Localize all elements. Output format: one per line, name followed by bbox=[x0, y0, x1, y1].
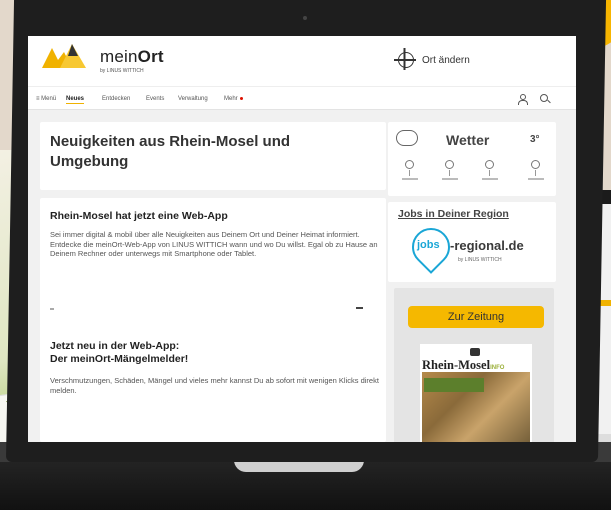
jobs-logo-subtitle: by LINUS WITTICH bbox=[458, 257, 502, 263]
crest-icon bbox=[470, 348, 480, 356]
forecast-day-icon bbox=[528, 160, 544, 184]
search-icon[interactable] bbox=[540, 94, 548, 102]
newspaper-button[interactable]: Zur Zeitung bbox=[408, 306, 544, 328]
site-logo-text[interactable]: meinOrt bbox=[100, 47, 164, 67]
jobs-logo-left[interactable]: jobs bbox=[417, 239, 440, 251]
article2-title-line2: Der meinOrt-Mängelmelder! bbox=[50, 353, 189, 365]
page-title: Neuigkeiten aus Rhein-Mosel und Umgebung bbox=[50, 133, 291, 170]
weather-title: Wetter bbox=[446, 132, 490, 148]
carousel-next-indicator[interactable] bbox=[356, 307, 363, 309]
weather-temperature: 3° bbox=[530, 134, 540, 145]
newspaper-headline-band bbox=[424, 378, 484, 392]
nav-item-entdecken[interactable]: Entdecken bbox=[102, 96, 130, 102]
cloud-weather-icon bbox=[396, 130, 418, 146]
nav-menu-label: Menü bbox=[41, 96, 57, 102]
nav-item-neues[interactable]: Neues bbox=[66, 96, 85, 104]
newspaper-title-main: Rhein-Mosel bbox=[422, 358, 491, 372]
meinort-logo-icon[interactable] bbox=[42, 42, 90, 68]
newspaper-title-suffix: INFO bbox=[490, 365, 505, 371]
forecast-day-icon bbox=[482, 160, 498, 184]
carousel-prev-indicator[interactable] bbox=[50, 308, 54, 310]
nav-mehr-label: Mehr bbox=[224, 96, 238, 102]
change-location-link[interactable]: Ort ändern bbox=[422, 55, 470, 66]
article2-body: Verschmutzungen, Schäden, Mängel und vie… bbox=[50, 376, 379, 395]
laptop-screen: meinOrt by LINUS WITTICH Ort ändern ≡ Me… bbox=[28, 36, 576, 442]
user-icon[interactable] bbox=[518, 94, 528, 105]
main-navigation: ≡ Menü Neues Entdecken Events Verwaltung… bbox=[28, 86, 576, 110]
jobs-heading-link[interactable]: Jobs in Deiner Region bbox=[398, 208, 509, 220]
nav-item-events[interactable]: Events bbox=[146, 96, 164, 102]
article2-title[interactable]: Jetzt neu in der Web-App: Der meinOrt-Mä… bbox=[50, 340, 350, 366]
logo-text-light: mein bbox=[100, 47, 138, 66]
article-title[interactable]: Rhein-Mosel hat jetzt eine Web-App bbox=[50, 210, 228, 222]
notification-dot-icon bbox=[239, 96, 243, 100]
article2-title-line1: Jetzt neu in der Web-App: bbox=[50, 340, 180, 352]
forecast-day-icon bbox=[442, 160, 458, 184]
webcam-icon bbox=[303, 16, 307, 20]
jobs-logo-right[interactable]: -regional.de bbox=[450, 238, 524, 253]
forecast-day-icon bbox=[402, 160, 418, 184]
logo-text-bold: Ort bbox=[137, 47, 164, 66]
logo-subtitle: by LINUS WITTICH bbox=[100, 68, 144, 74]
nav-item-mehr[interactable]: Mehr bbox=[224, 96, 243, 102]
nav-menu[interactable]: ≡ Menü bbox=[36, 96, 56, 102]
location-crosshair-icon[interactable] bbox=[394, 52, 416, 68]
article-body: Sei immer digital & mobil über alle Neui… bbox=[50, 230, 378, 258]
newspaper-title: Rhein-MoselINFO bbox=[422, 358, 504, 373]
site-header: meinOrt by LINUS WITTICH Ort ändern bbox=[28, 36, 576, 86]
nav-item-verwaltung[interactable]: Verwaltung bbox=[178, 96, 208, 102]
